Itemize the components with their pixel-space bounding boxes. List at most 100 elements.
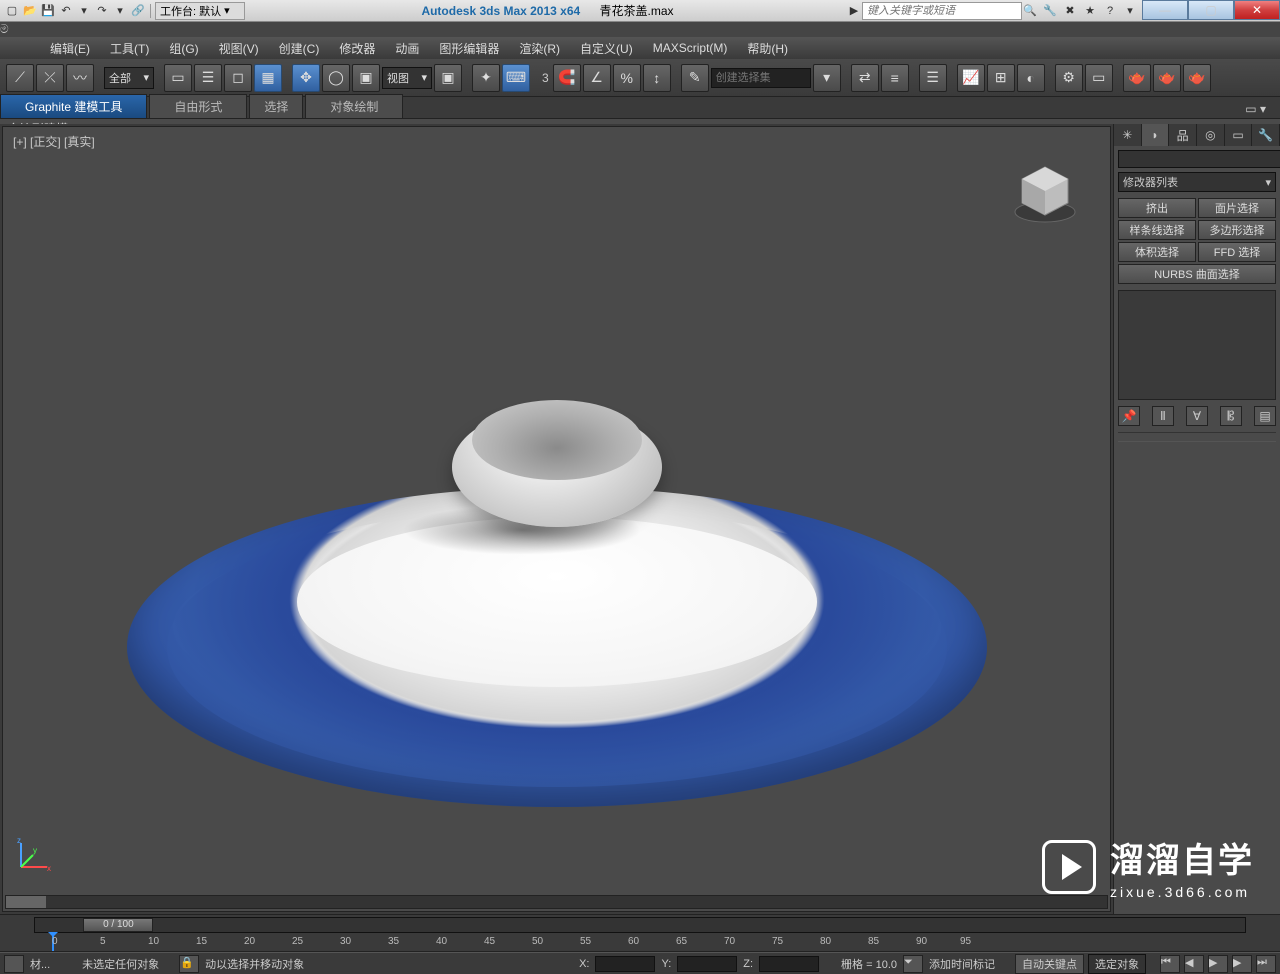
- make-unique-icon[interactable]: ∀: [1186, 406, 1208, 426]
- menu-edit[interactable]: 编辑(E): [40, 37, 100, 60]
- cmd-tab-modify-icon[interactable]: ◗: [1142, 124, 1170, 146]
- mirror-icon[interactable]: ⇄: [851, 64, 879, 92]
- select-object-icon[interactable]: ▭: [164, 64, 192, 92]
- lock-selection-icon[interactable]: 🔒: [179, 955, 199, 973]
- help-icon[interactable]: ?: [1102, 3, 1118, 19]
- star-icon[interactable]: ★: [1082, 3, 1098, 19]
- rendered-frame-icon[interactable]: ▭: [1085, 64, 1113, 92]
- scale-icon[interactable]: ▣: [352, 64, 380, 92]
- show-end-result-icon[interactable]: Ⅱ: [1152, 406, 1174, 426]
- transform-x-input[interactable]: [595, 956, 655, 972]
- render-teapot-icon[interactable]: 🫖: [1123, 64, 1151, 92]
- modifier-list-dropdown[interactable]: 修改器列表▾: [1118, 172, 1276, 192]
- edit-named-sel-icon[interactable]: ✎: [681, 64, 709, 92]
- maximize-button[interactable]: ▢: [1188, 0, 1234, 20]
- ribbon-tab-graphite[interactable]: Graphite 建模工具: [0, 94, 147, 118]
- cmd-tab-hierarchy-icon[interactable]: 品: [1169, 124, 1197, 146]
- menu-group[interactable]: 组(G): [159, 37, 208, 60]
- search-icon[interactable]: 🔍: [1022, 3, 1038, 19]
- ribbon-tab-selection[interactable]: 选择: [249, 94, 303, 118]
- window-crossing-icon[interactable]: ▦: [254, 64, 282, 92]
- play-end-icon[interactable]: ⏭: [1256, 955, 1276, 973]
- btn-autokey[interactable]: 自动关键点: [1015, 954, 1084, 974]
- btn-vol-sel[interactable]: 体积选择: [1118, 242, 1196, 262]
- move-icon[interactable]: ✥: [292, 64, 320, 92]
- redo-icon[interactable]: ↷: [94, 3, 110, 19]
- viewport[interactable]: [+] [正交] [真实] z x y: [2, 126, 1111, 912]
- ribbon-tab-paint[interactable]: 对象绘制: [305, 94, 403, 118]
- curve-editor-icon[interactable]: 📈: [957, 64, 985, 92]
- btn-ffd-sel[interactable]: FFD 选择: [1198, 242, 1276, 262]
- menu-maxscript[interactable]: MAXScript(M): [643, 38, 738, 58]
- transform-y-input[interactable]: [677, 956, 737, 972]
- menu-animation[interactable]: 动画: [385, 37, 429, 60]
- cmd-tab-utilities-icon[interactable]: 🔧: [1252, 124, 1280, 146]
- schematic-view-icon[interactable]: ⊞: [987, 64, 1015, 92]
- menu-views[interactable]: 视图(V): [209, 37, 269, 60]
- time-slider[interactable]: 0 / 100: [0, 914, 1280, 934]
- dropdown-icon[interactable]: ▾: [1122, 3, 1138, 19]
- search-input[interactable]: [862, 2, 1022, 20]
- app-menu-icon[interactable]: ම: [0, 22, 1280, 37]
- menu-graph[interactable]: 图形编辑器: [429, 37, 509, 60]
- dropdown-icon[interactable]: ▾: [112, 3, 128, 19]
- menu-modifiers[interactable]: 修改器: [329, 37, 385, 60]
- dropdown-icon[interactable]: ▾: [76, 3, 92, 19]
- select-by-name-icon[interactable]: ☰: [194, 64, 222, 92]
- ref-coord-dropdown[interactable]: 视图▾: [382, 67, 432, 89]
- remove-modifier-icon[interactable]: 𝄡: [1220, 406, 1242, 426]
- save-icon[interactable]: 💾: [40, 3, 56, 19]
- timeline-ruler[interactable]: 0 5 10 15 20 25 30 35 40 45 50 55 60 65 …: [0, 934, 1280, 952]
- named-sel-dropdown-icon[interactable]: ▾: [813, 64, 841, 92]
- btn-face-sel[interactable]: 面片选择: [1198, 198, 1276, 218]
- viewport-label[interactable]: [+] [正交] [真实]: [13, 133, 95, 150]
- cmd-tab-create-icon[interactable]: ✳: [1114, 124, 1142, 146]
- configure-sets-icon[interactable]: ▤: [1254, 406, 1276, 426]
- open-icon[interactable]: 📂: [22, 3, 38, 19]
- btn-nurbs-sel[interactable]: NURBS 曲面选择: [1118, 264, 1276, 284]
- material-editor-icon[interactable]: ◐: [1017, 64, 1045, 92]
- hscroll-thumb[interactable]: [6, 896, 46, 908]
- pivot-center-icon[interactable]: ▣: [434, 64, 462, 92]
- menu-tools[interactable]: 工具(T): [100, 37, 159, 60]
- key-icon[interactable]: 🔧: [1042, 3, 1058, 19]
- play-next-icon[interactable]: ▶: [1232, 955, 1252, 973]
- percent-snap-icon[interactable]: %: [613, 64, 641, 92]
- dropdown-selected[interactable]: 选定对象: [1088, 954, 1146, 974]
- btn-extrude[interactable]: 挤出: [1118, 198, 1196, 218]
- link-icon[interactable]: 🔗: [130, 3, 146, 19]
- btn-spline-sel[interactable]: 样条线选择: [1118, 220, 1196, 240]
- menu-rendering[interactable]: 渲染(R): [509, 37, 570, 60]
- keyboard-shortcut-icon[interactable]: ⌨: [502, 64, 530, 92]
- unlink-icon[interactable]: ⤫: [36, 64, 64, 92]
- play-start-icon[interactable]: ⏮: [1160, 955, 1180, 973]
- cmd-tab-motion-icon[interactable]: ◎: [1197, 124, 1225, 146]
- time-tag-icon[interactable]: ⏷: [903, 955, 923, 973]
- pin-stack-icon[interactable]: 📌: [1118, 406, 1140, 426]
- ribbon-min-dropdown[interactable]: ▭ ▾: [1241, 100, 1270, 118]
- cmd-tab-display-icon[interactable]: ▭: [1225, 124, 1253, 146]
- ribbon-tab-freeform[interactable]: 自由形式: [149, 94, 247, 118]
- new-icon[interactable]: ▢: [4, 3, 20, 19]
- exchange-icon[interactable]: ✖: [1062, 3, 1078, 19]
- btn-poly-sel[interactable]: 多边形选择: [1198, 220, 1276, 240]
- rotate-icon[interactable]: ◯: [322, 64, 350, 92]
- minimize-button[interactable]: —: [1142, 0, 1188, 20]
- play-icon[interactable]: ▶: [1208, 955, 1228, 973]
- manipulate-icon[interactable]: ✦: [472, 64, 500, 92]
- menu-help[interactable]: 帮助(H): [737, 37, 798, 60]
- infocenter-arrow-icon[interactable]: ▶: [846, 3, 862, 19]
- workspace-dropdown[interactable]: 工作台: 默认 ▾: [155, 2, 245, 20]
- object-name-input[interactable]: [1118, 150, 1280, 168]
- maxscript-mini-icon[interactable]: [4, 955, 24, 973]
- undo-icon[interactable]: ↶: [58, 3, 74, 19]
- viewcube[interactable]: [1010, 157, 1080, 227]
- layers-icon[interactable]: ☰: [919, 64, 947, 92]
- time-slider-thumb[interactable]: 0 / 100: [83, 918, 153, 932]
- render-iterative-icon[interactable]: 🫖: [1153, 64, 1181, 92]
- transform-z-input[interactable]: [759, 956, 819, 972]
- snap-toggle-icon[interactable]: 🧲: [553, 64, 581, 92]
- bind-spacewarp-icon[interactable]: 〰: [66, 64, 94, 92]
- menu-create[interactable]: 创建(C): [269, 37, 330, 60]
- selection-filter-dropdown[interactable]: 全部▾: [104, 67, 154, 89]
